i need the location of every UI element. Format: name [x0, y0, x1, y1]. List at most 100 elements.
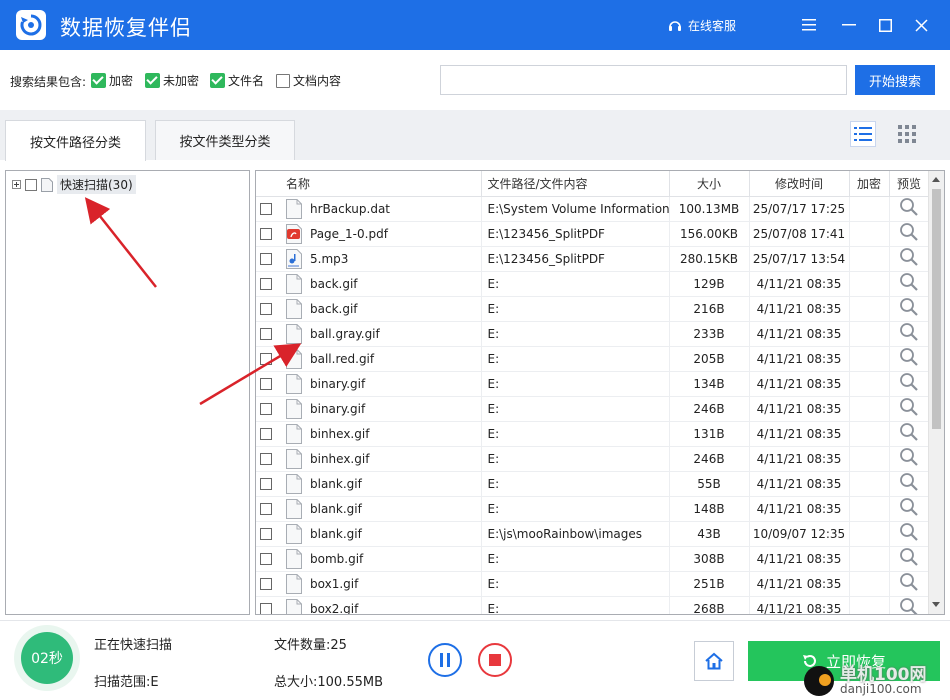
table-row[interactable]: binhex.gif E: 246B 4/11/21 08:35: [256, 446, 930, 472]
scroll-up-icon[interactable]: [932, 177, 940, 182]
row-checkbox[interactable]: [260, 253, 272, 265]
row-checkbox-cell[interactable]: [256, 471, 280, 497]
row-checkbox-cell[interactable]: [256, 596, 280, 614]
row-checkbox[interactable]: [260, 428, 272, 440]
row-checkbox[interactable]: [260, 203, 272, 215]
row-checkbox[interactable]: [260, 403, 272, 415]
tab-by-path[interactable]: 按文件路径分类: [5, 120, 146, 161]
table-row[interactable]: blank.gif E:\js\mooRainbow\images 43B 10/09…: [256, 521, 930, 547]
filter-content-checkbox[interactable]: 文档内容: [276, 72, 341, 89]
row-checkbox-cell[interactable]: [256, 296, 280, 322]
row-checkbox-cell[interactable]: [256, 271, 280, 297]
row-checkbox[interactable]: [260, 353, 272, 365]
table-row[interactable]: Page_1-0.pdf E:\123456_SplitPDF 156.00KB 25…: [256, 221, 930, 247]
tab-by-type[interactable]: 按文件类型分类: [155, 120, 295, 160]
preview-button[interactable]: [889, 596, 930, 614]
row-checkbox-cell[interactable]: [256, 346, 280, 372]
table-row[interactable]: ball.red.gif E: 205B 4/11/21 08:35: [256, 346, 930, 372]
table-row[interactable]: 5.mp3 E:\123456_SplitPDF 280.15KB 25/07/17 …: [256, 246, 930, 272]
row-checkbox-cell[interactable]: [256, 521, 280, 547]
filter-encrypted-checkbox[interactable]: 加密: [91, 72, 133, 89]
list-view-button[interactable]: [850, 121, 876, 147]
row-checkbox-cell[interactable]: [256, 396, 280, 422]
expand-plus-icon[interactable]: [12, 180, 21, 189]
preview-button[interactable]: [889, 321, 930, 347]
table-row[interactable]: binary.gif E: 246B 4/11/21 08:35: [256, 396, 930, 422]
vertical-scrollbar[interactable]: [928, 171, 944, 614]
preview-button[interactable]: [889, 246, 930, 272]
row-checkbox-cell[interactable]: [256, 221, 280, 247]
scrollbar-thumb[interactable]: [932, 189, 941, 429]
preview-button[interactable]: [889, 521, 930, 547]
table-row[interactable]: binhex.gif E: 131B 4/11/21 08:35: [256, 421, 930, 447]
row-checkbox[interactable]: [260, 278, 272, 290]
tree-node-quick-scan[interactable]: 快速扫描(30): [12, 175, 136, 194]
table-row[interactable]: ball.gray.gif E: 233B 4/11/21 08:35: [256, 321, 930, 347]
row-checkbox[interactable]: [260, 553, 272, 565]
grid-view-button[interactable]: [894, 121, 920, 147]
header-preview[interactable]: 预览: [889, 171, 930, 197]
minimize-button[interactable]: [838, 14, 860, 36]
filter-unencrypted-checkbox[interactable]: 未加密: [145, 72, 199, 89]
preview-button[interactable]: [889, 271, 930, 297]
row-checkbox[interactable]: [260, 603, 272, 614]
table-row[interactable]: bomb.gif E: 308B 4/11/21 08:35: [256, 546, 930, 572]
row-checkbox[interactable]: [260, 228, 272, 240]
stop-button[interactable]: [478, 643, 512, 677]
close-button[interactable]: [910, 14, 932, 36]
row-checkbox[interactable]: [260, 453, 272, 465]
scroll-down-icon[interactable]: [932, 602, 940, 607]
maximize-button[interactable]: [874, 14, 896, 36]
tree-node-checkbox[interactable]: [25, 178, 37, 191]
preview-button[interactable]: [889, 446, 930, 472]
preview-button[interactable]: [889, 421, 930, 447]
row-checkbox[interactable]: [260, 528, 272, 540]
row-checkbox-cell[interactable]: [256, 196, 280, 222]
table-row[interactable]: box2.gif E: 268B 4/11/21 08:35: [256, 596, 930, 614]
row-checkbox-cell[interactable]: [256, 546, 280, 572]
table-row[interactable]: binary.gif E: 134B 4/11/21 08:35: [256, 371, 930, 397]
preview-button[interactable]: [889, 396, 930, 422]
filter-filename-checkbox[interactable]: 文件名: [210, 72, 264, 89]
row-checkbox[interactable]: [260, 578, 272, 590]
row-checkbox[interactable]: [260, 503, 272, 515]
preview-button[interactable]: [889, 371, 930, 397]
preview-button[interactable]: [889, 221, 930, 247]
stop-icon: [489, 654, 501, 666]
preview-button[interactable]: [889, 571, 930, 597]
table-row[interactable]: hrBackup.dat E:\System Volume Information…: [256, 196, 930, 222]
header-modified-time[interactable]: 修改时间: [749, 171, 850, 197]
table-row[interactable]: back.gif E: 216B 4/11/21 08:35: [256, 296, 930, 322]
preview-button[interactable]: [889, 471, 930, 497]
row-checkbox-cell[interactable]: [256, 571, 280, 597]
home-button[interactable]: [694, 641, 734, 681]
row-checkbox-cell[interactable]: [256, 446, 280, 472]
menu-button[interactable]: [798, 14, 820, 36]
online-support-button[interactable]: 在线客服: [668, 17, 736, 34]
table-row[interactable]: blank.gif E: 148B 4/11/21 08:35: [256, 496, 930, 522]
header-name[interactable]: 名称: [280, 171, 482, 197]
table-row[interactable]: box1.gif E: 251B 4/11/21 08:35: [256, 571, 930, 597]
header-encrypted[interactable]: 加密: [849, 171, 890, 197]
row-checkbox[interactable]: [260, 378, 272, 390]
pause-button[interactable]: [428, 643, 462, 677]
header-path[interactable]: 文件路径/文件内容: [481, 171, 670, 197]
row-checkbox[interactable]: [260, 328, 272, 340]
search-input[interactable]: [440, 65, 847, 95]
preview-button[interactable]: [889, 546, 930, 572]
row-checkbox-cell[interactable]: [256, 421, 280, 447]
preview-button[interactable]: [889, 496, 930, 522]
row-checkbox[interactable]: [260, 478, 272, 490]
preview-button[interactable]: [889, 346, 930, 372]
row-checkbox[interactable]: [260, 303, 272, 315]
row-checkbox-cell[interactable]: [256, 321, 280, 347]
preview-button[interactable]: [889, 196, 930, 222]
table-row[interactable]: blank.gif E: 55B 4/11/21 08:35: [256, 471, 930, 497]
start-search-button[interactable]: 开始搜索: [855, 65, 935, 95]
row-checkbox-cell[interactable]: [256, 496, 280, 522]
row-checkbox-cell[interactable]: [256, 246, 280, 272]
row-checkbox-cell[interactable]: [256, 371, 280, 397]
header-size[interactable]: 大小: [669, 171, 750, 197]
preview-button[interactable]: [889, 296, 930, 322]
table-row[interactable]: back.gif E: 129B 4/11/21 08:35: [256, 271, 930, 297]
